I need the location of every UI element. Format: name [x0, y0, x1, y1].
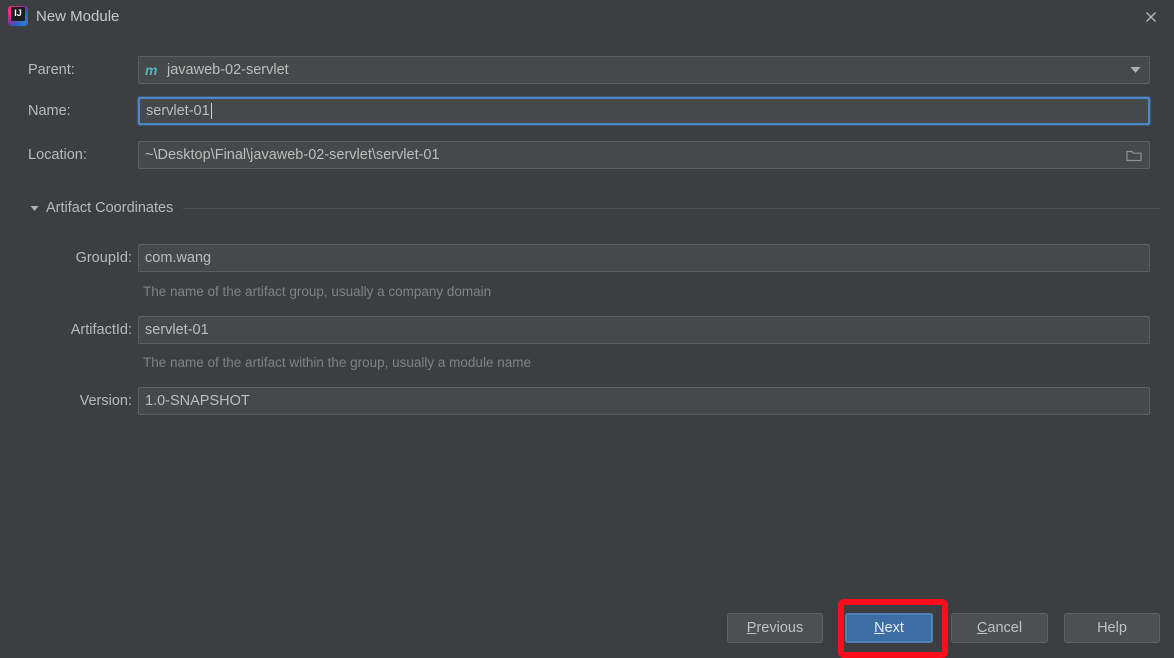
location-input[interactable]: ~\Desktop\Final\javaweb-02-servlet\servl…: [138, 141, 1150, 169]
maven-module-icon: m: [145, 62, 157, 78]
cancel-button[interactable]: Cancel: [951, 613, 1048, 643]
group-id-label: GroupId:: [75, 250, 132, 266]
next-button[interactable]: Next: [845, 613, 933, 643]
artifact-id-input[interactable]: servlet-01: [138, 316, 1150, 344]
artifact-id-value: servlet-01: [145, 322, 209, 338]
artifact-coordinates-section-header[interactable]: Artifact Coordinates: [28, 199, 1160, 217]
version-label: Version:: [79, 393, 132, 409]
artifact-id-hint: The name of the artifact within the grou…: [143, 355, 531, 370]
chevron-down-icon[interactable]: [1127, 62, 1143, 78]
previous-button-label: revious: [756, 620, 804, 636]
intellij-idea-icon: [8, 6, 28, 26]
section-divider: [183, 207, 1160, 209]
folder-icon[interactable]: [1125, 147, 1143, 163]
help-button-label: Help: [1097, 620, 1127, 636]
cancel-button-mnemonic: C: [976, 620, 988, 636]
cancel-button-label: ancel: [987, 620, 1023, 636]
artifact-coordinates-label: Artifact Coordinates: [46, 200, 174, 216]
version-input[interactable]: 1.0-SNAPSHOT: [138, 387, 1150, 415]
group-id-value: com.wang: [145, 250, 212, 266]
previous-button[interactable]: Previous: [727, 613, 823, 643]
new-module-dialog: New Module Parent: m javaweb-02-servlet …: [0, 0, 1174, 658]
close-button[interactable]: [1128, 0, 1174, 33]
text-caret: [210, 103, 212, 119]
next-button-mnemonic: N: [874, 620, 885, 636]
group-id-hint: The name of the artifact group, usually …: [143, 284, 492, 299]
window-title: New Module: [36, 8, 120, 25]
location-value: ~\Desktop\Final\javaweb-02-servlet\servl…: [145, 147, 440, 163]
artifact-id-label: ArtifactId:: [70, 322, 132, 338]
name-input[interactable]: servlet-01: [138, 97, 1150, 125]
name-value: servlet-01: [146, 103, 210, 119]
triangle-down-icon[interactable]: [28, 202, 40, 214]
group-id-input[interactable]: com.wang: [138, 244, 1150, 272]
previous-button-mnemonic: P: [746, 620, 757, 636]
parent-label: Parent:: [28, 62, 75, 78]
close-icon: [1146, 11, 1156, 22]
next-button-label: ext: [884, 620, 904, 636]
help-button[interactable]: Help: [1064, 613, 1160, 643]
location-label: Location:: [28, 147, 87, 163]
parent-combobox[interactable]: m javaweb-02-servlet: [138, 56, 1150, 84]
version-value: 1.0-SNAPSHOT: [145, 393, 250, 409]
parent-value: javaweb-02-servlet: [167, 62, 289, 78]
title-bar: New Module: [0, 0, 1174, 33]
name-label: Name:: [28, 103, 71, 119]
